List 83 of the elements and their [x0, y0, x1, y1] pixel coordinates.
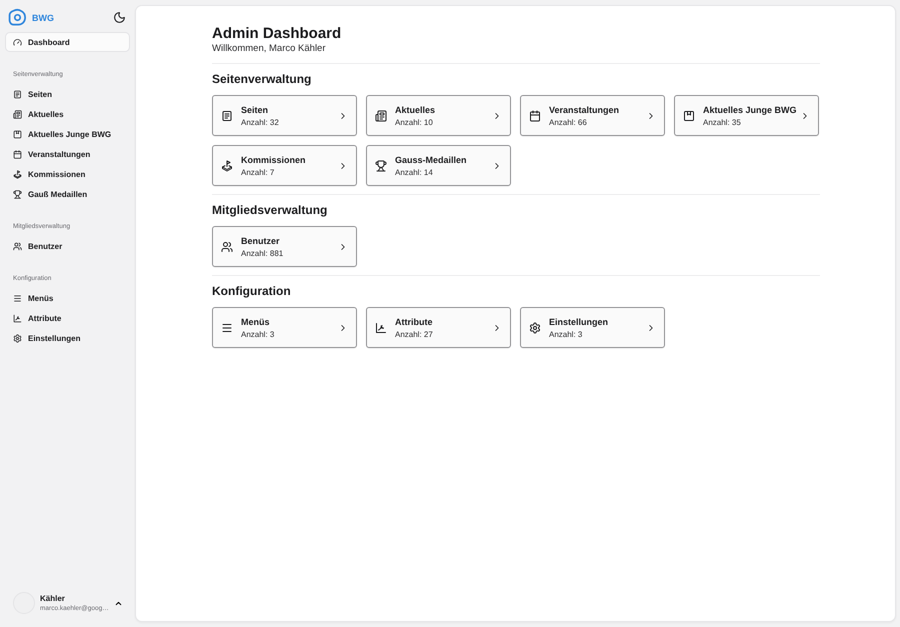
- bookmark-icon: [13, 130, 22, 138]
- nav-card[interactable]: Gauss-Medaillen Anzahl: 14: [366, 145, 511, 186]
- card-count: Anzahl: 66: [549, 118, 587, 126]
- card-title: Veranstaltungen: [549, 104, 620, 114]
- brand-name: BWG: [32, 12, 54, 22]
- sidebar-item-label: Benutzer: [28, 242, 62, 250]
- newspaper-icon: [13, 110, 22, 118]
- card-count: Anzahl: 7: [241, 168, 274, 176]
- card-count: Anzahl: 881: [241, 248, 284, 258]
- nav-card[interactable]: Aktuelles Junge BWG Anzahl: 35: [674, 95, 819, 136]
- menu-icon: [13, 294, 22, 302]
- card-count: Anzahl: 3: [549, 330, 582, 338]
- logo-icon: [8, 8, 27, 27]
- sidebar-item[interactable]: Menüs: [5, 288, 130, 308]
- card-title: Kommissionen: [241, 154, 306, 164]
- nav-card[interactable]: Kommissionen Anzahl: 7: [212, 145, 357, 186]
- page-title: Admin Dashboard: [212, 25, 342, 43]
- nav-card[interactable]: Attribute Anzahl: 27: [366, 307, 511, 348]
- card-title: Attribute: [395, 316, 432, 326]
- sidebar-item-label: Menüs: [28, 294, 54, 302]
- users-icon: [13, 242, 22, 250]
- trophy-icon: [13, 190, 22, 198]
- users-icon: [221, 240, 233, 252]
- sidebar-item[interactable]: Aktuelles: [5, 104, 130, 124]
- section-heading: Seitenverwaltung: [212, 71, 312, 87]
- card-title: Menüs: [241, 316, 270, 326]
- newspaper-icon: [375, 110, 387, 122]
- user-name: Kähler: [40, 594, 65, 603]
- menu-icon: [221, 322, 233, 334]
- flag-icon: [13, 170, 22, 178]
- card-count: Anzahl: 35: [703, 118, 741, 126]
- sidebar-item[interactable]: Dashboard: [5, 32, 130, 52]
- trophy-icon: [375, 160, 387, 172]
- document-icon: [13, 90, 22, 98]
- sidebar-item-label: Veranstaltungen: [28, 150, 90, 158]
- chart-icon: [13, 314, 22, 322]
- card-title: Aktuelles: [395, 104, 436, 114]
- card-title: Aktuelles Junge BWG: [703, 104, 797, 114]
- card-count: Anzahl: 32: [241, 118, 279, 126]
- settings-icon: [13, 334, 22, 342]
- nav-card[interactable]: Benutzer Anzahl: 881: [212, 226, 357, 267]
- sidebar-item-label: Einstellungen: [28, 334, 80, 342]
- sidebar-item[interactable]: Veranstaltungen: [5, 144, 130, 164]
- nav-card[interactable]: Menüs Anzahl: 3: [212, 307, 357, 348]
- sidebar-item-label: Dashboard: [28, 38, 70, 46]
- card-title: Seiten: [241, 104, 268, 114]
- card-count: Anzahl: 10: [395, 118, 433, 126]
- sidebar-item[interactable]: Gauß Medaillen: [5, 184, 130, 204]
- card-count: Anzahl: 27: [395, 330, 433, 338]
- card-count: Anzahl: 3: [241, 330, 274, 338]
- document-icon: [221, 110, 233, 122]
- card-title: Gauss-Medaillen: [395, 154, 467, 164]
- sidebar-item[interactable]: Benutzer: [5, 236, 130, 256]
- sidebar-item-label: Gauß Medaillen: [28, 190, 88, 198]
- sidebar-item[interactable]: Seiten: [5, 84, 130, 104]
- settings-icon: [529, 322, 541, 334]
- sidebar-item[interactable]: Einstellungen: [5, 328, 130, 348]
- section-heading: Mitgliedsverwaltung: [212, 202, 328, 218]
- sidebar-item-label: Kommissionen: [28, 170, 86, 178]
- sidebar-item[interactable]: Aktuelles Junge BWG: [5, 124, 130, 144]
- nav-card[interactable]: Aktuelles Anzahl: 10: [366, 95, 511, 136]
- gauge-icon: [13, 38, 22, 46]
- sidebar-item-label: Attribute: [28, 314, 62, 322]
- bookmark-icon: [683, 110, 695, 122]
- theme-toggle-button[interactable]: [112, 10, 126, 24]
- sidebar-item[interactable]: Attribute: [5, 308, 130, 328]
- card-title: Einstellungen: [549, 316, 608, 326]
- flag-icon: [221, 160, 233, 172]
- chart-icon: [375, 322, 387, 334]
- nav-card[interactable]: Seiten Anzahl: 32: [212, 95, 357, 136]
- sidebar-item-label: Aktuelles Junge BWG: [28, 130, 112, 138]
- section-heading: Konfiguration: [212, 283, 291, 299]
- sidebar-item-label: Seiten: [28, 90, 52, 98]
- nav-card[interactable]: Einstellungen Anzahl: 3: [520, 307, 665, 348]
- welcome-text: Willkommen, Marco Kähler: [212, 43, 326, 55]
- calendar-icon: [13, 150, 22, 158]
- moon-icon: [112, 11, 126, 24]
- card-title: Benutzer: [241, 236, 280, 246]
- card-count: Anzahl: 14: [395, 168, 433, 176]
- sidebar-item-label: Aktuelles: [28, 110, 64, 118]
- calendar-icon: [529, 110, 541, 122]
- nav-card[interactable]: Veranstaltungen Anzahl: 66: [520, 95, 665, 136]
- sidebar-item[interactable]: Kommissionen: [5, 164, 130, 184]
